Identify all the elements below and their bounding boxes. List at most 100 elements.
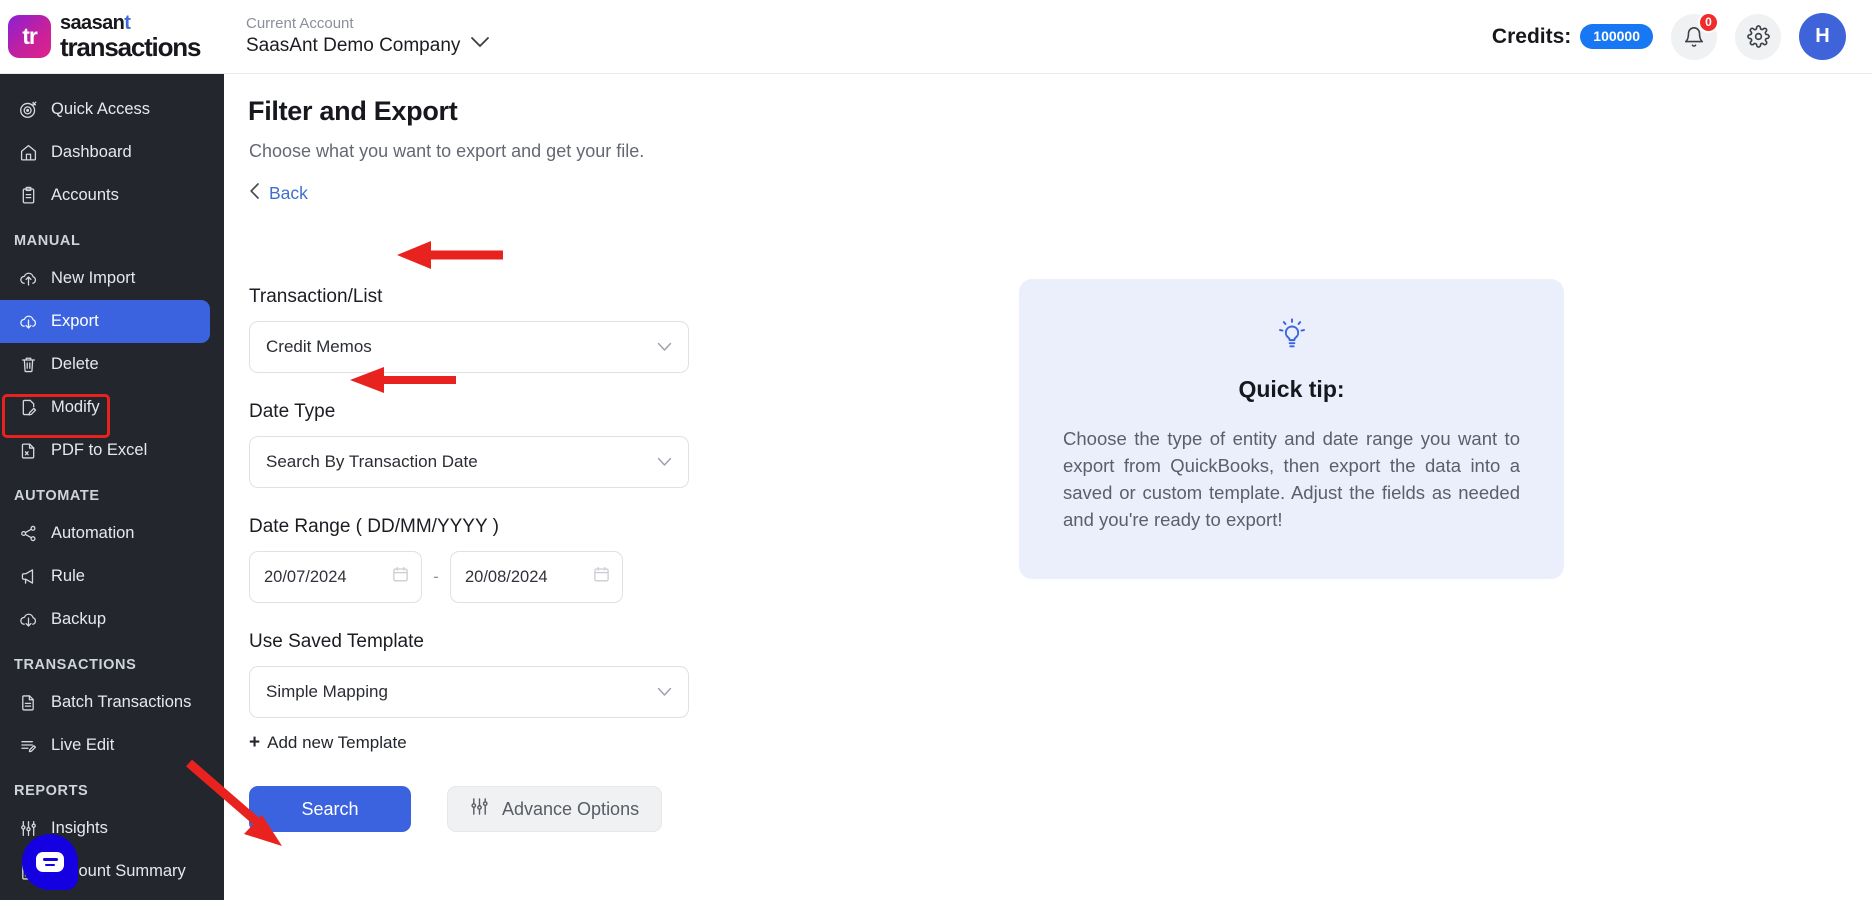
header-actions: Credits: 100000 0 H [1492, 11, 1872, 60]
lightbulb-icon [1063, 315, 1520, 360]
form-actions: Search Advance Options [249, 786, 689, 832]
avatar[interactable]: H [1799, 13, 1846, 60]
page-subtitle: Choose what you want to export and get y… [249, 141, 645, 161]
sidebar-item-pdf-to-excel[interactable]: PDF to Excel [0, 429, 210, 472]
search-button[interactable]: Search [249, 786, 411, 832]
sidebar-item-label: Modify [51, 398, 100, 416]
current-account-name: SaasAnt Demo Company [246, 35, 461, 56]
date-from-value: 20/07/2024 [264, 567, 347, 586]
chat-bubble-icon [36, 852, 64, 872]
file-edit-icon [18, 398, 38, 417]
export-filter-form: Transaction/List Credit Memos Date Type … [249, 286, 689, 832]
sidebar-group-transactions: TRANSACTIONS [14, 657, 137, 673]
saved-template-select[interactable]: Simple Mapping [249, 666, 689, 718]
chevron-down-icon[interactable] [470, 33, 490, 53]
sidebar-item-dashboard[interactable]: Dashboard [0, 131, 210, 174]
main-content: Filter and Export Choose what you want t… [224, 74, 1872, 900]
date-from-input[interactable]: 20/07/2024 [249, 551, 422, 603]
quick-tip-body: Choose the type of entity and date range… [1063, 428, 1520, 530]
field-date-type: Date Type Search By Transaction Date [249, 401, 689, 488]
quick-tip-card: Quick tip: Choose the type of entity and… [1019, 279, 1564, 579]
calendar-icon[interactable] [593, 566, 610, 588]
sidebar-item-automation[interactable]: Automation [0, 512, 210, 555]
saved-template-label: Use Saved Template [249, 631, 424, 652]
search-button-label: Search [301, 798, 359, 819]
target-icon [18, 100, 38, 119]
sidebar-item-quick-access[interactable]: Quick Access [0, 88, 210, 131]
sidebar-group-reports: REPORTS [14, 783, 89, 799]
calendar-icon[interactable] [392, 566, 409, 588]
sidebar-group-automate: AUTOMATE [14, 488, 100, 504]
saved-template-value: Simple Mapping [266, 682, 388, 701]
sidebar-item-live-edit[interactable]: Live Edit [0, 724, 210, 767]
sidebar-item-label: Live Edit [51, 736, 115, 754]
account-switcher[interactable]: Current Account SaasAnt Demo Company [246, 15, 490, 58]
sidebar-items-container: Quick Access Dashboard Accounts MANUAL New I… [0, 88, 224, 893]
sidebar-item-accounts[interactable]: Accounts [0, 174, 210, 217]
brand-top-line: saasant [60, 13, 200, 33]
notifications-button[interactable]: 0 [1671, 11, 1719, 60]
field-date-range: Date Range ( DD/MM/YYYY ) 20/07/2024 - 2… [249, 516, 689, 603]
avatar-initial: H [1815, 25, 1830, 47]
sidebar-item-modify[interactable]: Modify [0, 386, 210, 429]
date-type-select[interactable]: Search By Transaction Date [249, 436, 689, 488]
sidebar-item-label: Dashboard [51, 143, 132, 161]
quick-tip-title: Quick tip: [1238, 376, 1345, 402]
brand-wordmark: saasant transactions [60, 13, 201, 60]
date-to-input[interactable]: 20/08/2024 [450, 551, 623, 603]
app-root: tr saasant transactions Current Account … [0, 0, 1872, 900]
brand-logo[interactable]: tr saasant transactions [0, 13, 224, 60]
credits-display: Credits: 100000 [1492, 24, 1653, 49]
date-to-value: 20/08/2024 [465, 567, 548, 586]
trash-icon [18, 355, 38, 374]
document-icon [18, 693, 38, 712]
account-switcher-text: Current Account SaasAnt Demo Company [246, 15, 460, 58]
top-header: tr saasant transactions Current Account … [0, 0, 1872, 74]
sidebar-item-label: Export [51, 312, 99, 330]
sidebar-item-backup[interactable]: Backup [0, 598, 210, 641]
field-transaction-list: Transaction/List Credit Memos [249, 286, 689, 373]
sidebar-item-label: Accounts [51, 186, 119, 204]
brand-mark-icon: tr [8, 15, 51, 58]
date-range-label: Date Range ( DD/MM/YYYY ) [249, 516, 499, 537]
advance-options-button[interactable]: Advance Options [447, 786, 663, 832]
sidebar-item-label: New Import [51, 269, 136, 287]
megaphone-icon [18, 567, 38, 586]
sidebar-item-label: Quick Access [51, 100, 151, 118]
cloud-download-icon [18, 312, 38, 331]
sidebar-item-delete[interactable]: Delete [0, 343, 210, 386]
field-saved-template: Use Saved Template Simple Mapping [249, 631, 689, 718]
transaction-list-label: Transaction/List [249, 286, 383, 307]
chat-widget-button[interactable] [22, 834, 78, 890]
date-range-separator: - [433, 567, 439, 586]
page-title: Filter and Export [248, 96, 458, 126]
settings-button[interactable] [1735, 13, 1781, 60]
sidebar-item-label: Delete [51, 355, 99, 373]
date-range-row: 20/07/2024 - 20/08/2024 [249, 551, 689, 603]
chevron-down-icon [657, 339, 672, 356]
sliders-icon [18, 819, 38, 838]
sidebar-item-batch-transactions[interactable]: Batch Transactions [0, 681, 210, 724]
sidebar-item-rule[interactable]: Rule [0, 555, 210, 598]
sidebar-item-new-import[interactable]: New Import [0, 257, 210, 300]
back-link-label: Back [269, 182, 308, 203]
plus-icon: + [249, 732, 261, 753]
add-new-template-label: Add new Template [267, 733, 407, 752]
back-link[interactable]: Back [224, 162, 308, 204]
sidebar-item-label: Rule [51, 567, 85, 585]
transaction-list-select[interactable]: Credit Memos [249, 321, 689, 373]
edit-lines-icon [18, 736, 38, 755]
chevron-down-icon [657, 684, 672, 701]
share-nodes-icon [18, 524, 38, 543]
brand-mark-text: tr [22, 23, 38, 49]
cloud-upload-icon [18, 269, 38, 288]
sidebar-item-export[interactable]: Export [0, 300, 210, 343]
notification-count-badge: 0 [1698, 11, 1719, 33]
brand-top-text: saasant [60, 12, 131, 34]
date-type-label: Date Type [249, 401, 336, 422]
sidebar-item-label: Batch Transactions [51, 693, 192, 711]
sidebar-nav: Quick Access Dashboard Accounts MANUAL New I… [0, 74, 224, 900]
add-new-template-link[interactable]: + Add new Template [249, 732, 407, 754]
chevron-left-icon [249, 182, 260, 204]
advance-options-label: Advance Options [502, 798, 640, 819]
